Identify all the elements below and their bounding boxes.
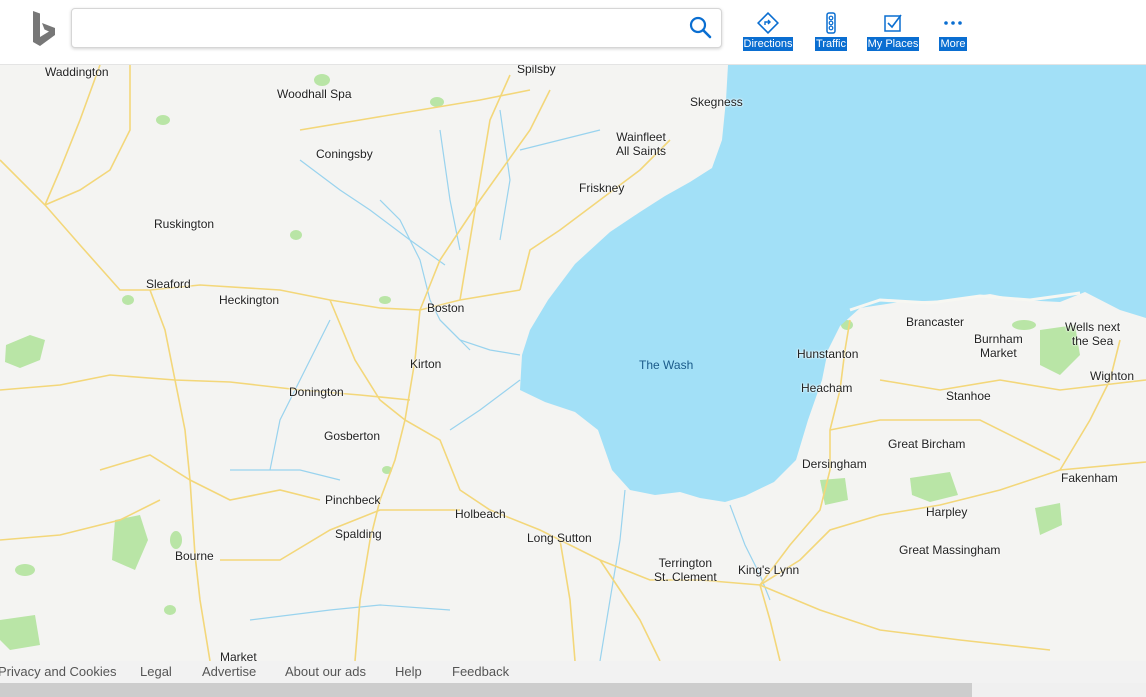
place-ruskington: Ruskington <box>154 217 215 231</box>
my-places-label: My Places <box>866 37 920 51</box>
place-pinchbeck: Pinchbeck <box>325 493 381 507</box>
footer-link-about-ads[interactable]: About our ads <box>285 664 366 679</box>
place-woodhall-spa: Woodhall Spa <box>277 87 352 101</box>
place-boston: Boston <box>427 301 465 315</box>
footer-link-legal[interactable]: Legal <box>140 664 172 679</box>
place-wells-line1: Wells next <box>1065 320 1121 334</box>
directions-icon <box>757 12 779 34</box>
place-heckington: Heckington <box>219 293 280 307</box>
place-terrington-line1: Terrington <box>658 556 713 570</box>
place-hunstanton: Hunstanton <box>797 347 859 361</box>
place-donington: Donington <box>289 385 344 399</box>
place-wainfleet-line1: Wainfleet <box>616 130 666 144</box>
place-wells-next-the-sea: Wells next the Sea <box>1065 320 1120 348</box>
place-gosberton: Gosberton <box>324 429 381 443</box>
place-fakenham: Fakenham <box>1061 471 1118 485</box>
place-burnham-line2: Market <box>980 346 1017 360</box>
place-great-massingham: Great Massingham <box>899 543 1001 557</box>
traffic-label: Traffic <box>815 37 847 51</box>
place-kirton: Kirton <box>410 357 442 371</box>
more-dots-icon <box>944 21 962 25</box>
place-brancaster: Brancaster <box>906 315 965 329</box>
footer-link-advertise[interactable]: Advertise <box>202 664 256 679</box>
place-spilsby: Spilsby <box>517 65 556 76</box>
footer-link-feedback[interactable]: Feedback <box>452 664 509 679</box>
directions-button[interactable]: Directions <box>740 12 796 52</box>
map-canvas[interactable]: The Wash Waddington Spilsby Woodhall Spa… <box>0 65 1146 661</box>
top-bar: Directions Traffic My Places More <box>0 0 1146 65</box>
traffic-button[interactable]: Traffic <box>812 12 850 52</box>
search-box <box>71 8 722 48</box>
more-button[interactable]: More <box>937 12 969 52</box>
my-places-button[interactable]: My Places <box>866 12 920 52</box>
water-label-the-wash: The Wash <box>639 358 694 372</box>
search-icon[interactable] <box>687 15 713 41</box>
place-coningsby: Coningsby <box>316 147 373 161</box>
traffic-light-icon <box>826 12 836 34</box>
place-great-bircham: Great Bircham <box>888 437 966 451</box>
place-burnham-market: Burnham Market <box>974 332 1023 360</box>
place-spalding: Spalding <box>335 527 382 541</box>
place-wainfleet: Wainfleet All Saints <box>616 130 666 158</box>
place-holbeach: Holbeach <box>455 507 506 521</box>
place-wells-line2: the Sea <box>1071 334 1114 348</box>
footer-link-privacy[interactable]: Privacy and Cookies <box>0 664 117 679</box>
place-skegness: Skegness <box>690 95 743 109</box>
place-terrington-line2: St. Clement <box>654 570 717 584</box>
bing-logo-icon[interactable] <box>30 10 60 48</box>
place-long-sutton: Long Sutton <box>527 531 592 545</box>
place-friskney: Friskney <box>579 181 625 195</box>
place-terrington: Terrington St. Clement <box>654 556 717 584</box>
footer-bar: Privacy and Cookies Legal Advertise Abou… <box>0 661 1146 683</box>
place-wainfleet-line2: All Saints <box>616 144 667 158</box>
place-stanhoe: Stanhoe <box>946 389 991 403</box>
horizontal-scrollbar[interactable] <box>0 683 1146 697</box>
directions-label: Directions <box>742 37 794 51</box>
place-waddington: Waddington <box>45 65 109 79</box>
footer-link-help[interactable]: Help <box>395 664 422 679</box>
place-heacham: Heacham <box>801 381 853 395</box>
place-sleaford: Sleaford <box>146 277 191 291</box>
place-burnham-line1: Burnham <box>974 332 1023 346</box>
search-input[interactable] <box>82 15 676 41</box>
place-bourne: Bourne <box>175 549 214 563</box>
checkbox-icon <box>884 14 902 32</box>
more-label: More <box>939 37 967 51</box>
scrollbar-thumb[interactable] <box>0 683 972 697</box>
place-harpley: Harpley <box>926 505 968 519</box>
place-wighton: Wighton <box>1090 369 1135 383</box>
place-market: Market <box>220 650 257 661</box>
scrollbar-track[interactable] <box>972 683 1146 697</box>
map-graphics <box>0 65 1146 661</box>
place-kings-lynn: King's Lynn <box>738 563 800 577</box>
place-dersingham: Dersingham <box>802 457 867 471</box>
